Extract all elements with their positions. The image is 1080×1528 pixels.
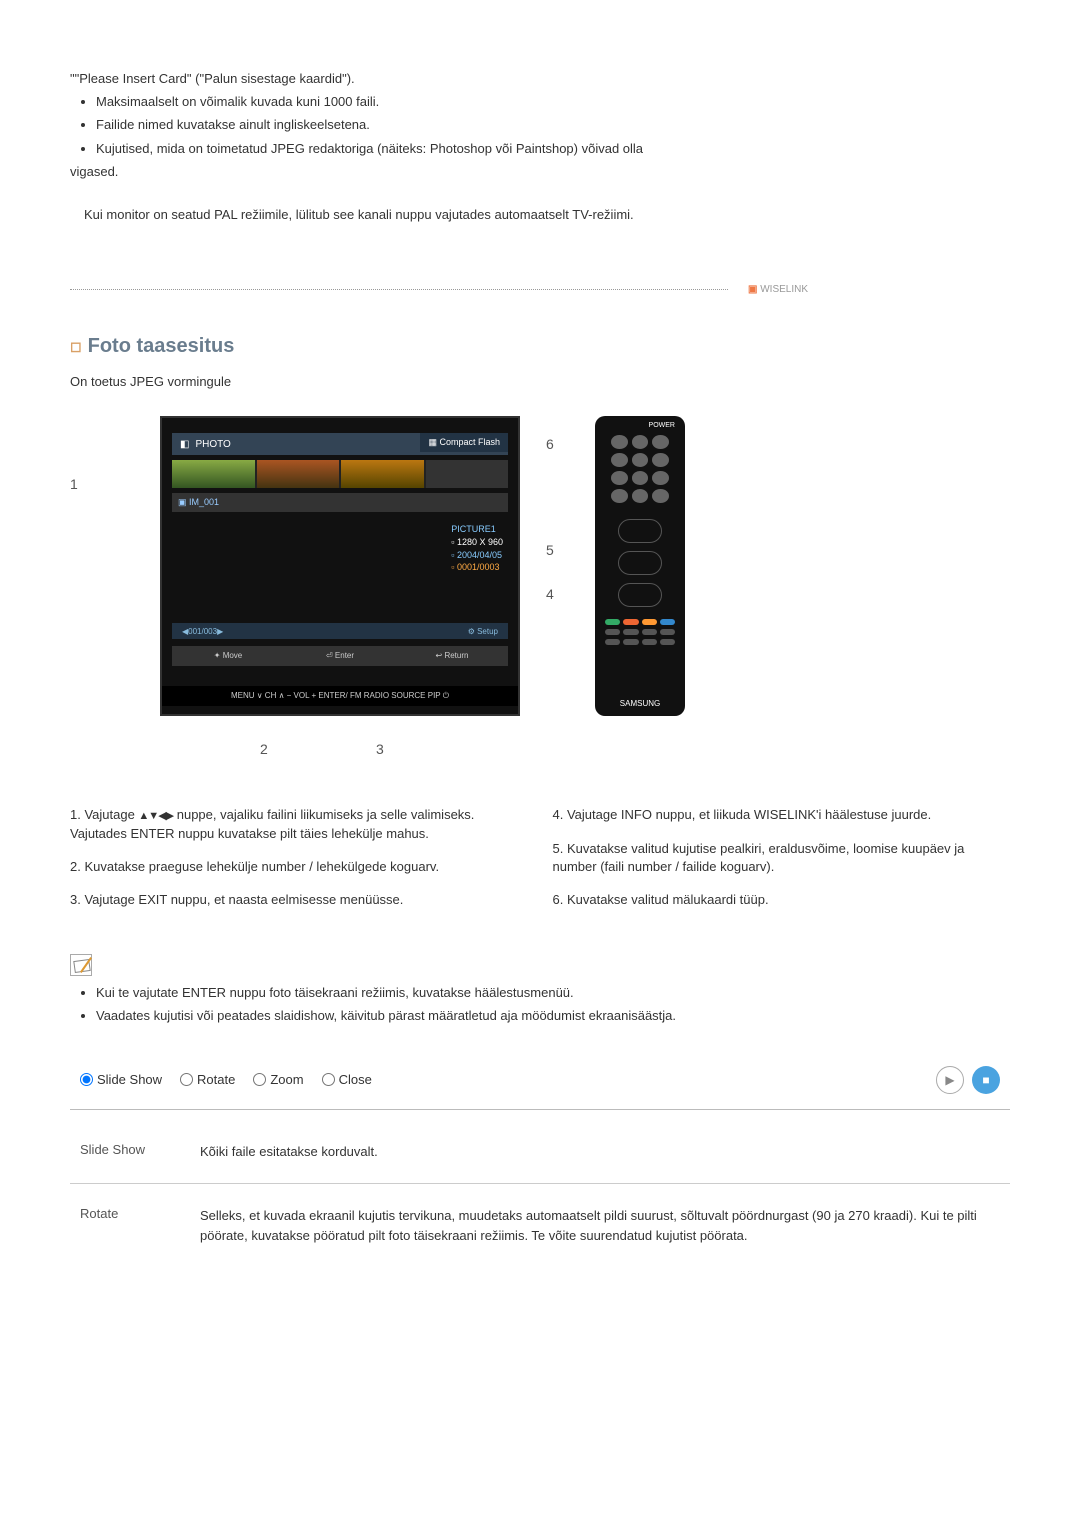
bullet-item: Failide nimed kuvatakse ainult ingliskee… (96, 116, 1010, 134)
photo-icon: ◧ (180, 439, 189, 450)
pic-res: ▫ 1280 X 960 (451, 536, 503, 549)
radio-zoom[interactable]: Zoom (253, 1072, 303, 1087)
photo-playback-screenshot: ◧ PHOTO ▦ Compact Flash ▣ IM_001 PICTURE… (70, 416, 685, 786)
note-item: Vaadates kujutisi või peatades slaidisho… (96, 1007, 1010, 1025)
def-term: Rotate (80, 1206, 170, 1245)
instr-3: 3. Vajutage EXIT nuppu, et naasta eelmis… (70, 891, 528, 909)
thumbnail-row (172, 460, 508, 488)
callout-3: 3 (376, 741, 384, 757)
power-label: POWER (595, 416, 685, 429)
radio-close[interactable]: Close (322, 1072, 372, 1087)
note-icon (70, 954, 92, 976)
bullet-item: Kujutised, mida on toimetatud JPEG redak… (96, 140, 1010, 158)
photo-label: PHOTO (195, 439, 230, 450)
wiselink-logo: ▣ WISELINK (748, 284, 808, 295)
callout-1: 1 (70, 476, 78, 492)
instr-2: 2. Kuvatakse praeguse lehekülje number /… (70, 858, 528, 876)
foto-section-title: Foto taasesitus (70, 335, 1010, 358)
notes-list: Kui te vajutate ENTER nuppu foto täisekr… (76, 984, 1010, 1025)
pic-count: ▫ 0001/0003 (451, 561, 503, 574)
remote-brand: SAMSUNG (595, 699, 685, 708)
filename-field: ▣ IM_001 (172, 493, 508, 512)
intro-bullets: Maksimaalselt on võimalik kuvada kuni 10… (76, 93, 1010, 158)
pic-info-box: PICTURE1 ▫ 1280 X 960 ▫ 2004/04/05 ▫ 000… (451, 523, 503, 573)
move-bar: ✦ Move ⏎ Enter ↩ Return (172, 646, 508, 666)
instructions-grid: 1. Vajutage ▲▼◀▶ nuppe, vajaliku failini… (70, 806, 1010, 924)
pic-date: ▫ 2004/04/05 (451, 549, 503, 562)
instr-5: 5. Kuvatakse valitud kujutise pealkiri, … (553, 840, 1011, 876)
insert-card-msg: ""Please Insert Card" ("Palun sisestage … (70, 70, 1010, 88)
card-tab: ▦ Compact Flash (420, 433, 508, 452)
stop-button[interactable]: ■ (972, 1066, 1000, 1094)
remote-control: POWER SAMSUNG (595, 416, 685, 716)
radio-rotate[interactable]: Rotate (180, 1072, 235, 1087)
def-slide-show: Slide Show Kõiki faile esitatakse korduv… (70, 1120, 1010, 1185)
tv-menu-bar: MENU ∨ CH ∧ − VOL + ENTER/ FM RADIO SOUR… (162, 686, 518, 706)
section-divider: ▣ WISELINK (70, 284, 1010, 295)
tv-screen: ◧ PHOTO ▦ Compact Flash ▣ IM_001 PICTURE… (160, 416, 520, 716)
foto-section-subtitle: On toetus JPEG vormingule (70, 373, 1010, 391)
def-desc: Kõiki faile esitatakse korduvalt. (200, 1142, 1000, 1162)
page-bar: ◀001/003▶ ⚙ Setup (172, 623, 508, 639)
callout-4: 4 (546, 586, 554, 602)
pic-name: PICTURE1 (451, 523, 503, 536)
radio-slide-show[interactable]: Slide Show (80, 1072, 162, 1087)
instr-6: 6. Kuvatakse valitud mälukaardi tüüp. (553, 891, 1011, 909)
pal-note: Kui monitor on seatud PAL režiimile, lül… (70, 206, 1010, 224)
def-desc: Selleks, et kuvada ekraanil kujutis terv… (200, 1206, 1000, 1245)
callout-6: 6 (546, 436, 554, 452)
instr-4: 4. Vajutage INFO nuppu, et liikuda WISEL… (553, 806, 1011, 824)
bullet-item: Maksimaalselt on võimalik kuvada kuni 10… (96, 93, 1010, 111)
play-button[interactable]: ▶ (936, 1066, 964, 1094)
note-item: Kui te vajutate ENTER nuppu foto täisekr… (96, 984, 1010, 1002)
callout-5: 5 (546, 542, 554, 558)
def-rotate: Rotate Selleks, et kuvada ekraanil kujut… (70, 1184, 1010, 1267)
instr-1: 1. Vajutage ▲▼◀▶ nuppe, vajaliku failini… (70, 806, 528, 843)
callout-2: 2 (260, 741, 268, 757)
def-term: Slide Show (80, 1142, 170, 1162)
mode-radio-row: Slide Show Rotate Zoom Close ▶ ■ (70, 1051, 1010, 1110)
vigased-line: vigased. (70, 163, 1010, 181)
nav-arrows-icon: ▲▼◀▶ (138, 809, 173, 824)
